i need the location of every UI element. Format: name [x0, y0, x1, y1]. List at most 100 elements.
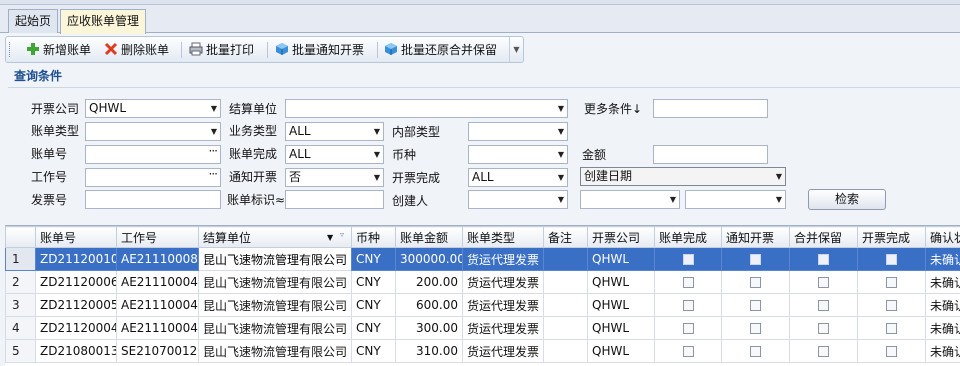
- merge-keep-checkbox[interactable]: [789, 247, 858, 271]
- bill-type-cell[interactable]: 货运代理发票: [462, 247, 544, 271]
- bill-done-checkbox[interactable]: [654, 316, 722, 340]
- job-no-cell[interactable]: SE21070012: [116, 339, 199, 363]
- row-number-cell[interactable]: 5: [5, 339, 36, 363]
- invoice-no-input[interactable]: [85, 190, 221, 209]
- col-header-invoice-done[interactable]: 开票完成: [857, 226, 926, 248]
- currency-select[interactable]: ▼: [468, 145, 568, 164]
- col-header-bill-done[interactable]: 账单完成: [654, 226, 722, 248]
- col-header-confirm-status[interactable]: 确认状态: [925, 226, 960, 248]
- notify-invoice-checkbox[interactable]: [721, 247, 790, 271]
- col-header-bill-type[interactable]: 账单类型: [462, 226, 544, 248]
- toolbar-grip[interactable]: [9, 42, 11, 57]
- bill-no-cell[interactable]: ZD21120005: [35, 293, 117, 317]
- col-header-notify-invoice[interactable]: 通知开票: [721, 226, 790, 248]
- invoice-done-checkbox[interactable]: [857, 270, 926, 294]
- toolbar-overflow-dropdown[interactable]: ▼: [509, 37, 523, 62]
- table-row[interactable]: 2 ZD21120006 AE21110004 昆山飞速物流管理有限公司 CNY 200.…: [5, 270, 960, 294]
- checkbox[interactable]: [886, 323, 897, 334]
- remark-cell[interactable]: [543, 270, 588, 294]
- checkbox[interactable]: [886, 254, 897, 265]
- checkbox[interactable]: [818, 254, 829, 265]
- remark-cell[interactable]: [543, 316, 588, 340]
- bill-type-cell[interactable]: 货运代理发票: [462, 270, 544, 294]
- bill-amount-cell[interactable]: 200.00: [395, 270, 463, 294]
- currency-cell[interactable]: CNY: [351, 339, 396, 363]
- currency-cell[interactable]: CNY: [351, 247, 396, 271]
- notify-invoice-checkbox[interactable]: [721, 270, 790, 294]
- checkbox[interactable]: [818, 346, 829, 357]
- checkbox[interactable]: [682, 346, 694, 357]
- notify-invoice-checkbox[interactable]: [721, 316, 790, 340]
- confirm-status-cell[interactable]: 未确认: [925, 293, 960, 317]
- checkbox[interactable]: [886, 277, 897, 288]
- invoice-company-cell[interactable]: QHWL: [587, 316, 655, 340]
- checkbox[interactable]: [682, 323, 694, 334]
- bill-no-cell[interactable]: ZD21080013: [35, 339, 117, 363]
- remark-cell[interactable]: [543, 339, 588, 363]
- batch-notify-invoice-button[interactable]: 批量通知开票: [275, 41, 364, 59]
- col-header-bill-amount[interactable]: 账单金额: [395, 226, 463, 248]
- checkbox[interactable]: [818, 277, 829, 288]
- checkbox[interactable]: [886, 346, 897, 357]
- invoice-done-checkbox[interactable]: [857, 339, 926, 363]
- checkbox[interactable]: [750, 254, 761, 265]
- checkbox[interactable]: [886, 300, 897, 311]
- bill-done-checkbox[interactable]: [654, 293, 722, 317]
- internal-type-select[interactable]: ▼: [468, 122, 568, 141]
- bill-done-checkbox[interactable]: [654, 270, 722, 294]
- bill-flag-input[interactable]: [285, 190, 384, 209]
- invoice-company-select[interactable]: QHWL ▼: [85, 99, 221, 118]
- bill-done-checkbox[interactable]: [654, 339, 722, 363]
- checkbox[interactable]: [818, 323, 829, 334]
- date-to-picker[interactable]: ▼: [685, 190, 786, 209]
- notify-invoice-select[interactable]: 否 ▼: [285, 168, 384, 187]
- col-header-bill-no[interactable]: 账单号: [35, 226, 117, 248]
- checkbox[interactable]: [750, 300, 761, 311]
- bill-done-checkbox[interactable]: [654, 247, 722, 271]
- search-button[interactable]: 检索: [808, 189, 886, 210]
- col-header-remark[interactable]: 备注: [543, 226, 588, 248]
- job-no-cell[interactable]: AE21110004: [116, 270, 199, 294]
- remark-cell[interactable]: [543, 293, 588, 317]
- tab-start-page[interactable]: 起始页: [8, 9, 59, 33]
- table-row[interactable]: 4 ZD21120004 AE21110004 昆山飞速物流管理有限公司 CNY 300.…: [5, 316, 960, 340]
- row-number-cell[interactable]: 4: [5, 316, 36, 340]
- filter-icon[interactable]: ▿: [340, 230, 344, 239]
- invoice-company-cell[interactable]: QHWL: [587, 339, 655, 363]
- col-header-merge-keep[interactable]: 合并保留: [789, 226, 858, 248]
- settle-unit-cell[interactable]: 昆山飞速物流管理有限公司: [198, 293, 352, 317]
- bill-no-cell[interactable]: ZD21120010: [35, 247, 117, 271]
- checkbox[interactable]: [682, 254, 694, 265]
- row-number-cell[interactable]: 1: [5, 247, 36, 271]
- job-no-cell[interactable]: AE21110004: [116, 316, 199, 340]
- amount-input[interactable]: [653, 145, 768, 164]
- bill-amount-cell[interactable]: 300.00: [395, 316, 463, 340]
- bill-no-input[interactable]: ···: [85, 145, 221, 164]
- settle-unit-select[interactable]: ▼: [285, 99, 568, 118]
- bill-type-cell[interactable]: 货运代理发票: [462, 293, 544, 317]
- settle-unit-cell[interactable]: 昆山飞速物流管理有限公司: [198, 247, 352, 271]
- more-conditions-input[interactable]: [653, 99, 768, 118]
- date-field-select[interactable]: 创建日期 ▼: [580, 167, 786, 186]
- col-header-job-no[interactable]: 工作号: [116, 226, 199, 248]
- invoice-company-cell[interactable]: QHWL: [587, 270, 655, 294]
- tab-receivable-bills[interactable]: 应收账单管理: [60, 9, 147, 34]
- invoice-done-checkbox[interactable]: [857, 293, 926, 317]
- merge-keep-checkbox[interactable]: [789, 316, 858, 340]
- merge-keep-checkbox[interactable]: [789, 270, 858, 294]
- job-no-input[interactable]: ···: [85, 168, 221, 187]
- bill-amount-cell[interactable]: 310.00: [395, 339, 463, 363]
- confirm-status-cell[interactable]: 未确认: [925, 247, 960, 271]
- checkbox[interactable]: [750, 323, 761, 334]
- notify-invoice-checkbox[interactable]: [721, 339, 790, 363]
- more-conditions-toggle[interactable]: 更多条件↓: [584, 100, 642, 118]
- confirm-status-cell[interactable]: 未确认: [925, 316, 960, 340]
- col-header-currency[interactable]: 币种: [351, 226, 396, 248]
- ellipsis-icon[interactable]: ···: [209, 146, 219, 160]
- confirm-status-cell[interactable]: 未确认: [925, 339, 960, 363]
- merge-keep-checkbox[interactable]: [789, 293, 858, 317]
- settle-unit-cell[interactable]: 昆山飞速物流管理有限公司: [198, 339, 352, 363]
- delete-bill-button[interactable]: 删除账单: [104, 41, 169, 59]
- table-row[interactable]: 5 ZD21080013 SE21070012 昆山飞速物流管理有限公司 CNY 310.…: [5, 339, 960, 363]
- invoice-done-select[interactable]: ALL ▼: [468, 168, 568, 187]
